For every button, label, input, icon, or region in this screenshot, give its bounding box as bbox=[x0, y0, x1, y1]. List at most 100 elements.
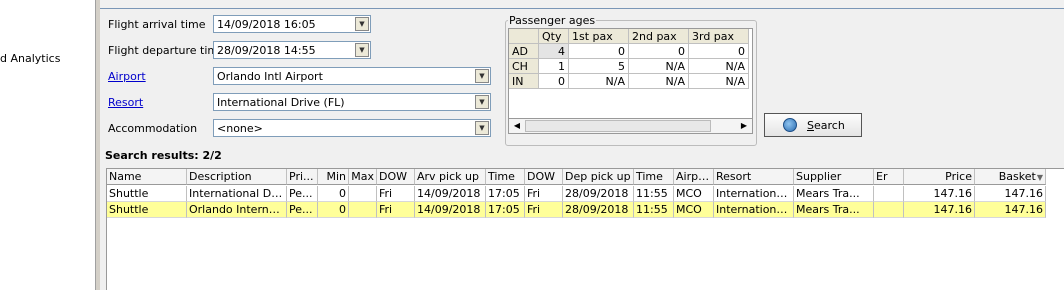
column-header[interactable]: Pri... bbox=[287, 169, 318, 185]
departure-datetime-picker[interactable]: 28/09/2018 14:55 ▼ bbox=[213, 41, 371, 59]
pax-age-cell[interactable]: N/A bbox=[629, 74, 689, 89]
column-header[interactable]: Price bbox=[904, 169, 975, 185]
search-button[interactable]: Search bbox=[764, 113, 862, 137]
table-cell[interactable]: 28/09/2018 bbox=[563, 202, 634, 218]
table-cell[interactable]: 147.16 bbox=[904, 202, 975, 218]
column-header[interactable]: Time bbox=[486, 169, 525, 185]
arrival-label: Flight arrival time bbox=[108, 18, 206, 31]
results-grid[interactable]: Name Description Pri... Min Max DOW Arv pick u… bbox=[106, 168, 1064, 290]
pane-splitter[interactable] bbox=[95, 0, 100, 290]
pax-header-qty[interactable]: Qty bbox=[539, 29, 569, 44]
results-title: Search results: 2/2 bbox=[105, 149, 222, 162]
column-header[interactable]: Dep pick up bbox=[563, 169, 634, 185]
column-header[interactable]: Resort bbox=[714, 169, 794, 185]
resort-select[interactable]: International Drive (FL) ▼ bbox=[213, 93, 491, 111]
scroll-left-icon[interactable]: ◀ bbox=[510, 119, 524, 133]
pax-age-cell[interactable]: 0 bbox=[689, 44, 749, 59]
pax-age-cell[interactable]: 5 bbox=[569, 59, 629, 74]
table-cell[interactable]: 17:05 bbox=[486, 202, 525, 218]
pax-qty-cell[interactable]: 4 bbox=[539, 44, 569, 59]
column-header[interactable]: Basket▼ bbox=[975, 169, 1046, 185]
table-cell[interactable]: Mears Tra... bbox=[794, 202, 874, 218]
table-cell[interactable]: 0 bbox=[318, 202, 349, 218]
chevron-down-icon[interactable]: ▼ bbox=[355, 17, 369, 31]
departure-label: Flight departure time bbox=[108, 44, 225, 57]
table-cell[interactable]: International Dri... bbox=[187, 186, 287, 202]
table-cell[interactable]: 11:55 bbox=[634, 186, 674, 202]
chevron-down-icon[interactable]: ▼ bbox=[475, 69, 489, 83]
column-header[interactable]: Supplier bbox=[794, 169, 874, 185]
table-cell[interactable]: Pe... bbox=[287, 202, 318, 218]
pax-age-cell[interactable]: N/A bbox=[569, 74, 629, 89]
table-cell[interactable]: 11:55 bbox=[634, 202, 674, 218]
column-header[interactable]: Airport bbox=[674, 169, 714, 185]
table-cell[interactable]: MCO bbox=[674, 186, 714, 202]
pax-header-corner bbox=[509, 29, 539, 44]
table-cell[interactable]: 147.16 bbox=[975, 202, 1046, 218]
table-cell[interactable] bbox=[874, 202, 904, 218]
column-header[interactable]: Max bbox=[349, 169, 377, 185]
column-header[interactable]: Er bbox=[874, 169, 904, 185]
column-header[interactable]: DOW bbox=[377, 169, 415, 185]
column-header[interactable]: Min bbox=[318, 169, 349, 185]
table-cell[interactable]: 17:05 bbox=[486, 186, 525, 202]
table-cell[interactable]: Shuttle bbox=[107, 202, 187, 218]
pax-age-cell[interactable]: N/A bbox=[629, 59, 689, 74]
accommodation-select[interactable]: <none> ▼ bbox=[213, 119, 491, 137]
table-cell[interactable]: 147.16 bbox=[904, 186, 975, 202]
table-cell[interactable]: Mears Tra... bbox=[794, 186, 874, 202]
navigation-pane: d Analytics bbox=[0, 0, 95, 290]
pax-header-2nd[interactable]: 2nd pax bbox=[629, 29, 689, 44]
table-cell[interactable] bbox=[874, 186, 904, 202]
pax-type-ch: CH bbox=[509, 59, 539, 74]
pax-qty-cell[interactable]: 0 bbox=[539, 74, 569, 89]
airport-value: Orlando Intl Airport bbox=[217, 70, 323, 83]
nav-item-analytics[interactable]: d Analytics bbox=[0, 52, 60, 65]
column-header[interactable]: Arv pick up bbox=[415, 169, 486, 185]
table-cell[interactable]: 147.16 bbox=[975, 186, 1046, 202]
pax-horizontal-scrollbar[interactable]: ◀ ▶ bbox=[508, 118, 753, 134]
table-cell[interactable] bbox=[349, 186, 377, 202]
table-cell[interactable]: Fri bbox=[377, 186, 415, 202]
pax-header-3rd[interactable]: 3rd pax bbox=[689, 29, 749, 44]
pax-age-cell[interactable]: N/A bbox=[689, 59, 749, 74]
column-header[interactable]: Time bbox=[634, 169, 674, 185]
pax-age-cell[interactable]: 0 bbox=[629, 44, 689, 59]
airport-select[interactable]: Orlando Intl Airport ▼ bbox=[213, 67, 491, 85]
table-cell[interactable]: International... bbox=[714, 202, 794, 218]
chevron-down-icon[interactable]: ▼ bbox=[475, 121, 489, 135]
table-cell[interactable]: Pe... bbox=[287, 186, 318, 202]
arrival-datetime-picker[interactable]: 14/09/2018 16:05 ▼ bbox=[213, 15, 371, 33]
chevron-down-icon[interactable]: ▼ bbox=[475, 95, 489, 109]
airport-link[interactable]: Airport bbox=[108, 70, 146, 83]
search-button-label: Search bbox=[807, 119, 845, 132]
departure-value: 28/09/2018 14:55 bbox=[217, 44, 316, 57]
table-cell[interactable]: 28/09/2018 bbox=[563, 186, 634, 202]
column-header[interactable]: DOW bbox=[525, 169, 563, 185]
table-cell[interactable]: Shuttle bbox=[107, 186, 187, 202]
table-cell[interactable]: Fri bbox=[525, 186, 563, 202]
pax-qty-cell[interactable]: 1 bbox=[539, 59, 569, 74]
pax-header-1st[interactable]: 1st pax bbox=[569, 29, 629, 44]
scroll-thumb[interactable] bbox=[525, 120, 711, 132]
pax-type-ad: AD bbox=[509, 44, 539, 59]
chevron-down-icon[interactable]: ▼ bbox=[355, 43, 369, 57]
arrival-value: 14/09/2018 16:05 bbox=[217, 18, 316, 31]
sort-desc-icon: ▼ bbox=[1036, 173, 1043, 182]
table-cell[interactable]: Orlando Internat... bbox=[187, 202, 287, 218]
table-cell[interactable]: 0 bbox=[318, 186, 349, 202]
scroll-right-icon[interactable]: ▶ bbox=[737, 119, 751, 133]
table-cell[interactable]: 14/09/2018 bbox=[415, 186, 486, 202]
resort-link[interactable]: Resort bbox=[108, 96, 143, 109]
table-cell[interactable]: MCO bbox=[674, 202, 714, 218]
column-header[interactable]: Name bbox=[107, 169, 187, 185]
table-cell[interactable]: Fri bbox=[525, 202, 563, 218]
pax-age-cell[interactable]: 0 bbox=[569, 44, 629, 59]
table-cell[interactable]: International... bbox=[714, 186, 794, 202]
pax-age-cell[interactable]: N/A bbox=[689, 74, 749, 89]
table-cell[interactable]: 14/09/2018 bbox=[415, 202, 486, 218]
resort-value: International Drive (FL) bbox=[217, 96, 345, 109]
table-cell[interactable]: Fri bbox=[377, 202, 415, 218]
table-cell[interactable] bbox=[349, 202, 377, 218]
column-header[interactable]: Description bbox=[187, 169, 287, 185]
